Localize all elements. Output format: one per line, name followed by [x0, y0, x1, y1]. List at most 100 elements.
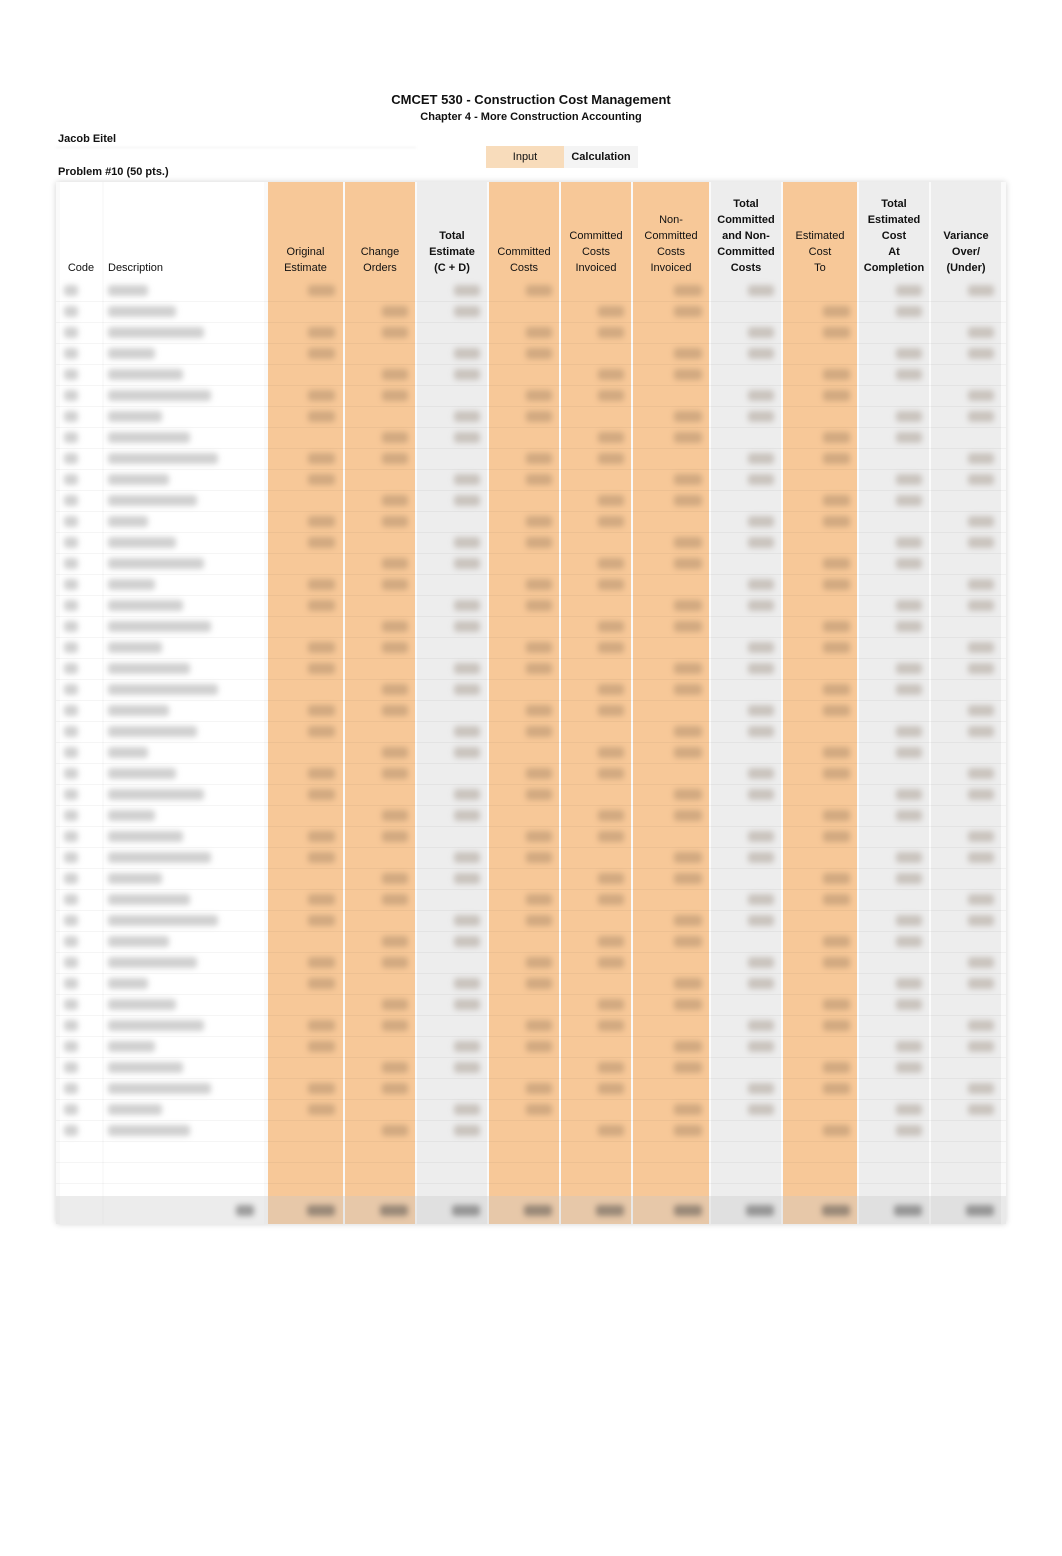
header-label: Code	[67, 262, 95, 274]
table-cell	[526, 600, 552, 611]
total-cell	[452, 1205, 480, 1216]
table-cell	[454, 1104, 480, 1115]
table-cell	[674, 1104, 702, 1115]
table-cell	[896, 369, 922, 380]
course-title: CMCET 530 - Construction Cost Management	[391, 92, 671, 107]
table-cell	[382, 1125, 408, 1136]
table-cell	[896, 558, 922, 569]
table-cell	[968, 705, 994, 716]
table-cell	[674, 1125, 702, 1136]
table-cell	[598, 705, 624, 716]
total-cell	[894, 1205, 922, 1216]
table-cell	[598, 327, 624, 338]
total-cell	[236, 1205, 254, 1216]
table-cell	[108, 747, 148, 758]
table-cell	[308, 411, 335, 422]
table-cell	[526, 1020, 552, 1031]
problem-label: Problem #10 (50 pts.)	[58, 166, 169, 178]
table-cell	[968, 1083, 994, 1094]
table-cell	[674, 306, 702, 317]
table-cell	[896, 474, 922, 485]
table-cell	[382, 747, 408, 758]
table-cell	[108, 1125, 190, 1136]
table-cell	[823, 432, 850, 443]
table-cell	[823, 1125, 850, 1136]
table-row	[56, 721, 1006, 743]
student-name-underline	[56, 147, 416, 148]
table-cell	[674, 789, 702, 800]
table-cell	[108, 306, 176, 317]
table-cell	[64, 705, 78, 716]
table-cell	[968, 453, 994, 464]
table-cell	[526, 957, 552, 968]
table-cell	[823, 873, 850, 884]
table-cell	[823, 831, 850, 842]
total-cell	[822, 1205, 850, 1216]
table-cell	[108, 768, 176, 779]
table-cell	[64, 600, 78, 611]
header-label: Committed Costs Invoiced	[569, 230, 623, 274]
table-cell	[526, 789, 552, 800]
table-cell	[748, 978, 774, 989]
table-cell	[968, 1041, 994, 1052]
table-cell	[308, 1020, 335, 1031]
table-cell	[308, 768, 335, 779]
header-label: Non- Committed Costs Invoiced	[644, 214, 698, 274]
table-cell	[64, 327, 78, 338]
table-cell	[598, 894, 624, 905]
table-row	[56, 490, 1006, 512]
header-label: Original Estimate	[284, 246, 327, 274]
table-cell	[823, 957, 850, 968]
table-cell	[748, 516, 774, 527]
student-name: Jacob Eitel	[58, 133, 117, 145]
total-cell	[746, 1205, 774, 1216]
table-cell	[526, 327, 552, 338]
table-cell	[64, 558, 78, 569]
header-total-committed-and-non-committed: Total Committed and Non- Committed Costs	[711, 182, 781, 280]
table-cell	[968, 327, 994, 338]
table-cell	[308, 600, 335, 611]
table-cell	[896, 810, 922, 821]
table-cell	[674, 537, 702, 548]
table-cell	[748, 852, 774, 863]
header-committed-costs-invoiced: Committed Costs Invoiced	[561, 182, 631, 280]
table-cell	[108, 1104, 162, 1115]
table-row	[56, 595, 1006, 617]
table-cell	[454, 747, 480, 758]
table-cell	[308, 579, 335, 590]
table-cell	[526, 474, 552, 485]
table-row	[56, 532, 1006, 554]
table-cell	[823, 936, 850, 947]
table-cell	[64, 579, 78, 590]
table-cell	[896, 495, 922, 506]
table-cell	[108, 936, 169, 947]
table-cell	[382, 327, 408, 338]
table-cell	[674, 936, 702, 947]
table-cell	[896, 411, 922, 422]
table-cell	[382, 1020, 408, 1031]
table-cell	[526, 348, 552, 359]
table-cell	[64, 495, 78, 506]
table-row	[56, 658, 1006, 680]
table-cell	[64, 831, 78, 842]
table-cell	[454, 810, 480, 821]
header-change-orders: Change Orders	[345, 182, 415, 280]
table-cell	[64, 768, 78, 779]
table-cell	[382, 306, 408, 317]
table-cell	[748, 705, 774, 716]
table-cell	[748, 1041, 774, 1052]
table-cell	[968, 915, 994, 926]
table-cell	[896, 621, 922, 632]
table-cell	[526, 831, 552, 842]
table-cell	[308, 474, 335, 485]
table-cell	[454, 600, 480, 611]
table-cell	[674, 558, 702, 569]
table-cell	[896, 747, 922, 758]
table-cell	[598, 516, 624, 527]
table-cell	[968, 285, 994, 296]
table-cell	[823, 642, 850, 653]
table-cell	[64, 1020, 78, 1031]
table-cell	[674, 810, 702, 821]
table-cell	[674, 432, 702, 443]
table-cell	[64, 411, 78, 422]
